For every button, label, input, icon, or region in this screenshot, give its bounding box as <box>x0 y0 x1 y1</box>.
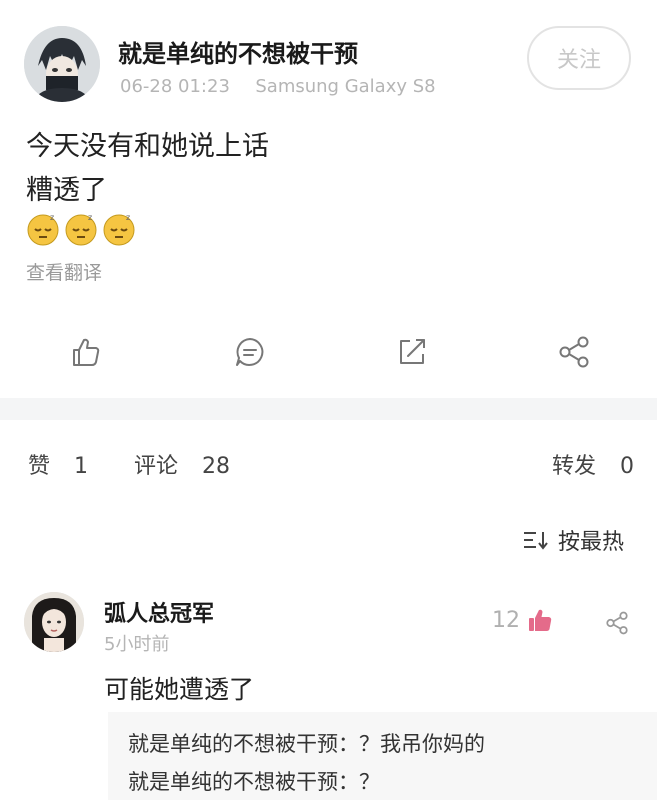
share-icon <box>559 336 589 368</box>
reply-author[interactable]: 就是单纯的不想被干预 <box>128 770 338 794</box>
likes-count: 1 <box>74 454 89 479</box>
comment-like-count: 12 <box>492 607 520 633</box>
commenter-name[interactable]: 弧人总冠军 <box>104 596 214 628</box>
reposts-label: 转发 <box>552 454 597 479</box>
sleepy-face-icon: z <box>27 213 59 246</box>
comment-like-button[interactable]: 12 <box>492 606 554 634</box>
sleepy-face-icon: z <box>103 213 135 246</box>
edit-icon <box>400 339 425 364</box>
reply-item[interactable]: 就是单纯的不想被干预：？ <box>128 766 380 796</box>
avatar-image <box>24 26 100 102</box>
post-author-name[interactable]: 就是单纯的不想被干预 <box>118 34 358 69</box>
like-button[interactable] <box>66 332 106 372</box>
sort-toggle[interactable]: 按最热 <box>522 524 624 556</box>
comment-time: 5小时前 <box>104 634 170 655</box>
comment-share-button[interactable] <box>604 610 630 636</box>
comments-tab[interactable]: 评论 28 <box>134 448 230 480</box>
section-divider <box>0 398 657 420</box>
thumbs-up-icon <box>529 609 552 631</box>
reply-separator: ： <box>338 770 359 794</box>
emoji-row: z z z <box>26 212 136 248</box>
svg-text:z: z <box>50 213 54 222</box>
likes-label: 赞 <box>28 454 51 479</box>
reply-text: ？我吊你妈的 <box>359 732 485 756</box>
post-line-1: 今天没有和她说上话 <box>26 131 269 162</box>
reply-text: ？ <box>359 770 380 794</box>
repost-button[interactable] <box>392 332 432 372</box>
sort-label: 按最热 <box>558 530 625 555</box>
comments-count: 28 <box>202 454 231 479</box>
sort-icon <box>524 532 548 550</box>
reply-item[interactable]: 就是单纯的不想被干预：？我吊你妈的 <box>128 728 485 758</box>
avatar-image <box>24 592 84 652</box>
likes-tab[interactable]: 赞 1 <box>28 448 88 480</box>
comments-label: 评论 <box>134 454 179 479</box>
post-meta: 06-28 01:23 Samsung Galaxy S8 <box>120 76 436 97</box>
follow-button[interactable]: 关注 <box>527 26 631 90</box>
comment-button[interactable] <box>230 332 270 372</box>
comment-icon <box>236 338 264 366</box>
share-button[interactable] <box>554 332 594 372</box>
like-icon <box>73 338 100 366</box>
reposts-count: 0 <box>620 454 635 479</box>
translate-link[interactable]: 查看翻译 <box>26 258 102 285</box>
commenter-avatar[interactable] <box>24 592 84 652</box>
post-time: 06-28 01:23 <box>120 76 230 97</box>
reposts-tab[interactable]: 转发 0 <box>552 448 634 480</box>
comment-text: 可能她遭透了 <box>104 675 255 704</box>
svg-text:z: z <box>126 213 130 222</box>
post-device: Samsung Galaxy S8 <box>255 76 436 97</box>
reply-separator: ： <box>338 732 359 756</box>
svg-text:z: z <box>88 213 92 222</box>
reply-author[interactable]: 就是单纯的不想被干预 <box>128 732 338 756</box>
author-avatar[interactable] <box>24 26 100 102</box>
sleepy-face-icon: z <box>65 213 97 246</box>
share-icon <box>606 611 628 635</box>
post-line-2: 糟透了 <box>26 175 107 206</box>
